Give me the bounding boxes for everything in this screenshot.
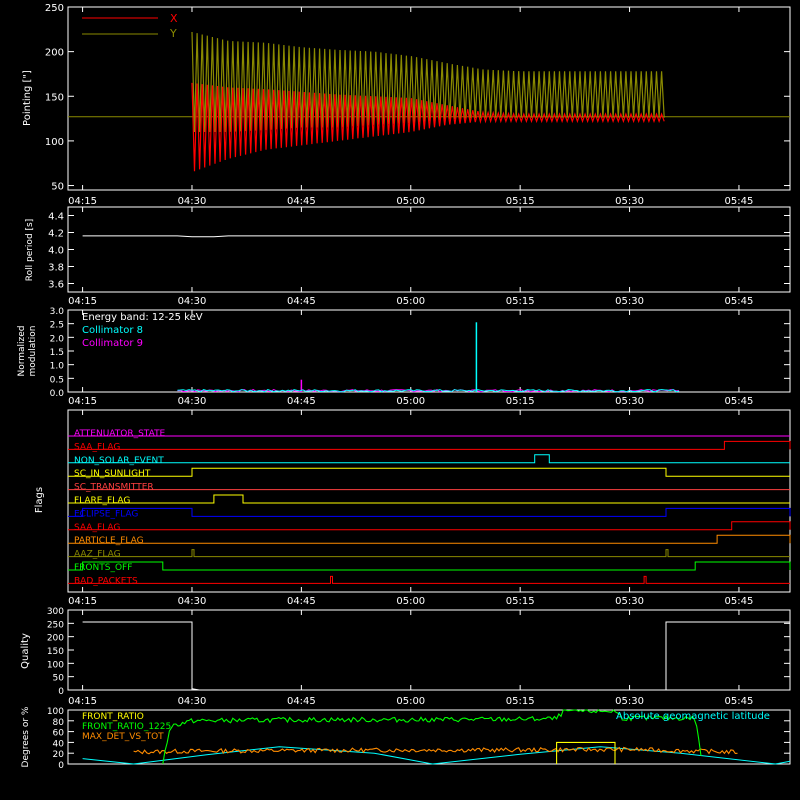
x-tick-label: 05:45 xyxy=(725,596,754,607)
y-tick-label: 200 xyxy=(45,48,64,59)
x-tick-label: 05:00 xyxy=(396,396,425,407)
y-tick-label: 150 xyxy=(45,92,64,103)
x-tick-label: 04:30 xyxy=(178,296,207,307)
y-tick-label: 80 xyxy=(53,718,65,728)
quality-ylabel: Quality xyxy=(20,633,31,669)
y-tick-label: 50 xyxy=(53,674,65,684)
flag-label: FLARE_FLAG xyxy=(74,496,130,506)
y-tick-label: 0.5 xyxy=(50,375,64,385)
x-tick-label: 05:30 xyxy=(615,296,644,307)
x-tick-label: 05:15 xyxy=(506,696,535,707)
x-tick-label: 04:45 xyxy=(287,296,316,307)
flag-label: BAD_PACKETS xyxy=(74,576,138,586)
x-tick-label: 04:15 xyxy=(68,596,97,607)
x-tick-label: 04:15 xyxy=(68,196,97,207)
y-tick-label: 3.8 xyxy=(48,263,64,274)
legend-front-ratio: FRONT_RATIO xyxy=(82,712,144,722)
flag-label: AAZ_FLAG xyxy=(74,550,121,560)
x-tick-label: 04:15 xyxy=(68,396,97,407)
y-tick-label: 0 xyxy=(58,687,64,697)
legend-collimator-8: Collimator 8 xyxy=(82,325,143,336)
y-tick-label: 300 xyxy=(47,607,64,617)
y-tick-label: 40 xyxy=(53,739,65,749)
x-tick-label: 04:45 xyxy=(287,196,316,207)
x-tick-label: 05:00 xyxy=(396,196,425,207)
x-tick-label: 05:30 xyxy=(615,196,644,207)
y-tick-label: 2.0 xyxy=(50,334,65,344)
x-tick-label: 05:30 xyxy=(615,596,644,607)
x-tick-label: 05:30 xyxy=(615,696,644,707)
y-tick-label: 60 xyxy=(53,729,65,739)
energy-band-annotation: Energy band: 12-25 keV xyxy=(82,312,203,323)
flags-ylabel: Flags xyxy=(34,487,45,513)
y-tick-label: 0 xyxy=(58,761,64,771)
x-tick-label: 04:30 xyxy=(178,396,207,407)
modulation-ylabel-2: modulation xyxy=(28,326,38,377)
y-tick-label: 20 xyxy=(53,750,65,760)
y-tick-label: 200 xyxy=(47,634,64,644)
pointing-ylabel: Pointing ["] xyxy=(22,70,33,126)
y-tick-label: 1.0 xyxy=(50,362,65,372)
x-tick-label: 05:30 xyxy=(615,396,644,407)
legend-geomagnetic-latitude: Absolute geomagnetic latitude xyxy=(616,711,770,722)
y-tick-label: 100 xyxy=(45,137,64,148)
modulation-ylabel: Normalized xyxy=(17,325,27,376)
rhessi-quicklook-chart: Pointing ["] 50100150200250 04:15 04:30 04… xyxy=(0,0,800,800)
x-tick-label: 04:30 xyxy=(178,596,207,607)
flag-label: NON_SOLAR_EVENT xyxy=(74,456,164,466)
x-tick-label: 05:45 xyxy=(725,696,754,707)
flag-label: PARTICLE_FLAG xyxy=(74,536,144,546)
x-tick-label: 05:45 xyxy=(725,196,754,207)
y-tick-label: 150 xyxy=(47,647,64,657)
y-tick-label: 4.0 xyxy=(48,246,64,257)
x-tick-label: 05:00 xyxy=(396,696,425,707)
y-tick-label: 1.5 xyxy=(50,348,64,358)
legend-front-ratio-1225: FRONT_RATIO_1225 xyxy=(82,722,171,732)
legend-max-det-vs-tot: MAX_DET_VS_TOT xyxy=(82,732,164,742)
x-tick-label: 05:45 xyxy=(725,296,754,307)
y-tick-label: 4.2 xyxy=(48,229,64,240)
ratios-ylabel: Degrees or % xyxy=(21,706,31,767)
y-tick-label: 100 xyxy=(47,707,64,717)
flag-label: SAA_FLAG xyxy=(74,442,120,452)
flag-label: SAA_FLAG xyxy=(74,523,120,533)
y-tick-label: 3.0 xyxy=(50,307,65,317)
x-tick-label: 04:30 xyxy=(178,696,207,707)
x-tick-label: 04:15 xyxy=(68,696,97,707)
y-tick-label: 250 xyxy=(47,620,64,630)
flag-label: ECLIPSE_FLAG xyxy=(74,509,138,519)
y-tick-label: 50 xyxy=(51,182,64,193)
x-tick-label: 05:15 xyxy=(506,296,535,307)
x-tick-label: 04:15 xyxy=(68,296,97,307)
legend-x-label: X xyxy=(170,12,178,25)
x-tick-label: 05:00 xyxy=(396,296,425,307)
flag-label: SC_IN_SUNLIGHT xyxy=(74,469,151,479)
flag-label: ATTENUATOR_STATE xyxy=(74,429,166,439)
y-tick-label: 0.0 xyxy=(50,389,65,399)
x-tick-label: 05:45 xyxy=(725,396,754,407)
x-tick-label: 04:45 xyxy=(287,596,316,607)
legend-y-label: Y xyxy=(169,27,177,40)
x-tick-label: 05:15 xyxy=(506,596,535,607)
x-tick-label: 05:15 xyxy=(506,196,535,207)
y-tick-label: 4.4 xyxy=(48,212,64,223)
x-tick-label: 05:00 xyxy=(396,596,425,607)
x-tick-label: 05:15 xyxy=(506,396,535,407)
legend-collimator-9: Collimator 9 xyxy=(82,338,143,349)
x-tick-label: 04:30 xyxy=(178,196,207,207)
roll-ylabel: Roll period [s] xyxy=(25,219,35,281)
x-tick-label: 04:45 xyxy=(287,396,316,407)
y-tick-label: 2.5 xyxy=(50,321,64,331)
y-tick-label: 250 xyxy=(45,3,64,14)
x-tick-label: 04:45 xyxy=(287,696,316,707)
flag-label: SC_TRANSMITTER xyxy=(74,483,154,493)
y-tick-label: 3.6 xyxy=(48,280,64,291)
y-tick-label: 100 xyxy=(47,660,64,670)
